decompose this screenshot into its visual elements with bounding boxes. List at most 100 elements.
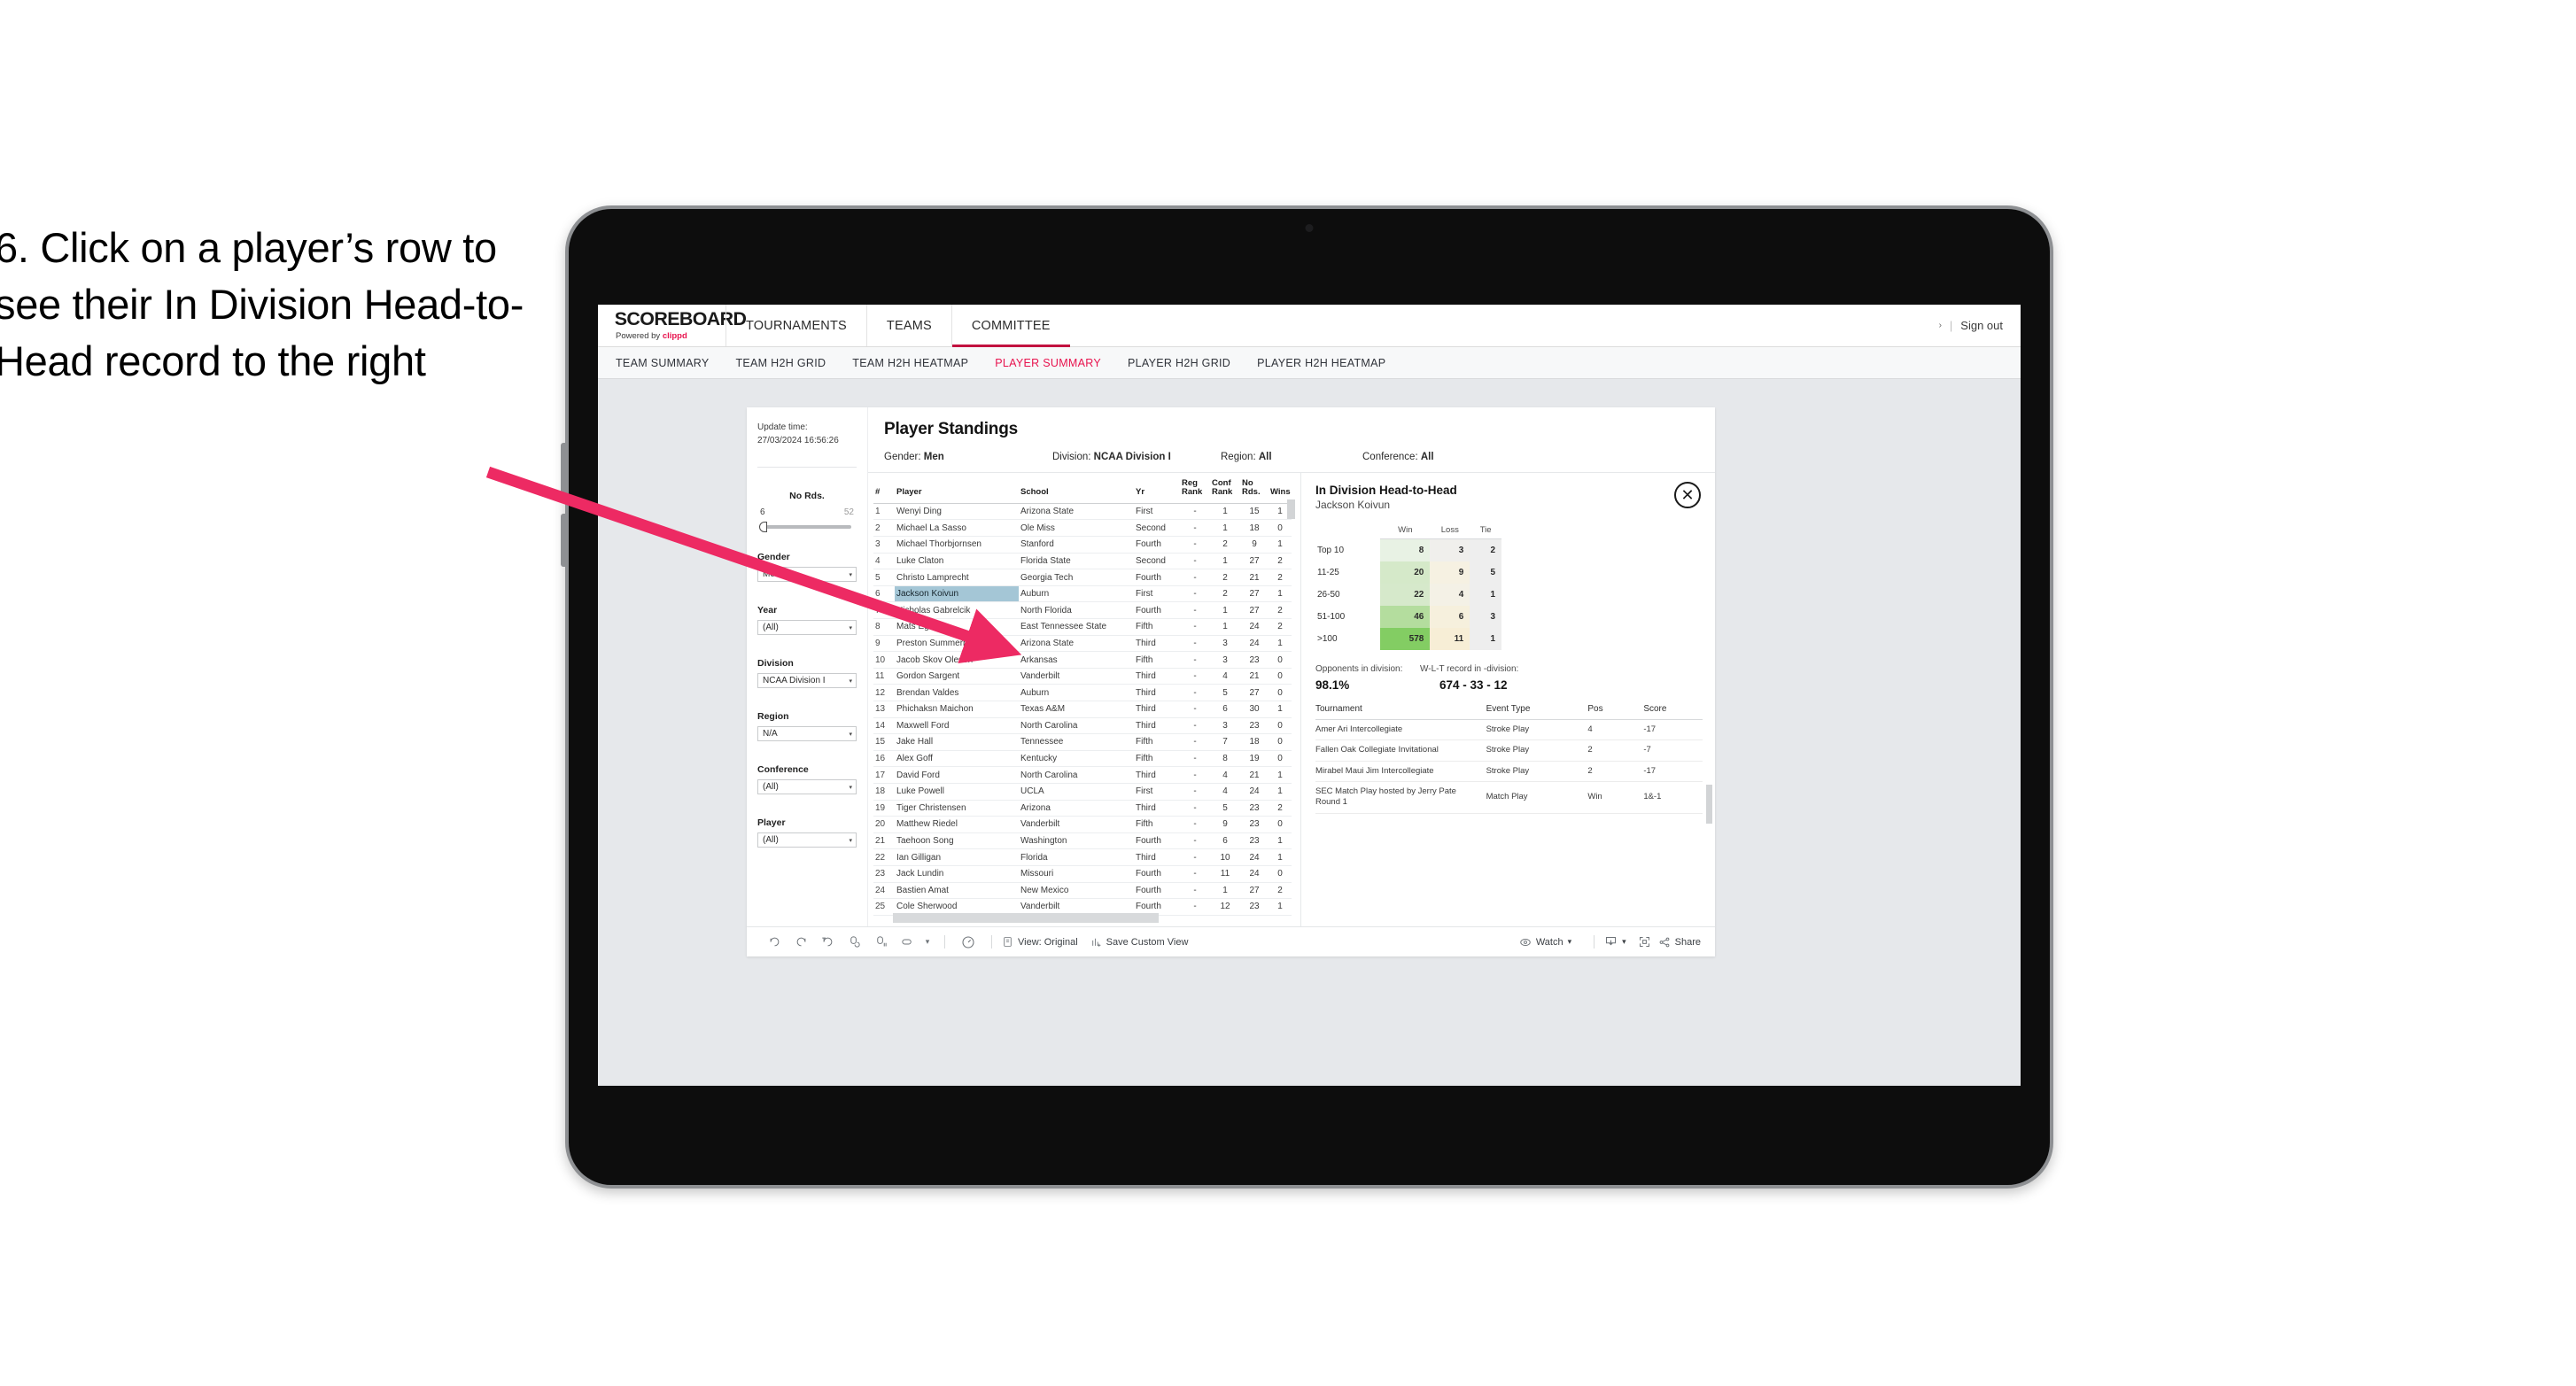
player-select[interactable]: (All) ▾: [757, 832, 857, 848]
pause-auto-update-icon[interactable]: [955, 935, 982, 949]
revert-icon[interactable]: [814, 935, 841, 949]
highlight-dropdown-caret-icon[interactable]: ▾: [920, 937, 935, 947]
nav-tab-tournaments[interactable]: TOURNAMENTS: [725, 305, 866, 346]
h2h-tie-cell: 2: [1470, 538, 1501, 561]
subnav-team-h2h-grid[interactable]: TEAM H2H GRID: [735, 357, 826, 369]
table-row[interactable]: 7 Nicholas Gabrelcik North Florida Fourth -1…: [873, 601, 1292, 620]
table-row[interactable]: 9 Preston Summerhays Arizona State Third -3 2…: [873, 635, 1292, 653]
table-vertical-scrollbar[interactable]: [1287, 499, 1295, 519]
cell-player: Jack Lundin: [895, 865, 1019, 883]
table-row[interactable]: 11 Gordon Sargent Vanderbilt Third -4 21 0: [873, 668, 1292, 685]
camera-icon: [1305, 224, 1314, 232]
region-select[interactable]: N/A ▾: [757, 726, 857, 741]
save-custom-view-button[interactable]: Save Custom View: [1090, 936, 1188, 948]
view-original-button[interactable]: View: Original: [1002, 936, 1078, 948]
fullscreen-icon[interactable]: [1632, 935, 1658, 949]
table-row[interactable]: 21 Taehoon Song Washington Fourth -6 23 1: [873, 832, 1292, 850]
cell-year: Fourth: [1134, 832, 1180, 850]
cell-rank: 8: [873, 618, 895, 636]
th-school[interactable]: School: [1019, 473, 1134, 504]
cell-conf-rank: 1: [1210, 553, 1240, 570]
table-row[interactable]: 22 Ian Gilligan Florida Third -10 24 1: [873, 848, 1292, 866]
detail-scrollbar[interactable]: [1706, 785, 1712, 824]
table-horizontal-scrollbar[interactable]: [893, 913, 1159, 923]
powered-by-text: Powered by: [616, 331, 663, 341]
th-no-rds[interactable]: No Rds.: [1240, 473, 1269, 504]
nav-tab-teams[interactable]: TEAMS: [865, 305, 951, 346]
download-button[interactable]: ▾: [1604, 935, 1626, 949]
highlight-icon[interactable]: [894, 935, 920, 949]
table-row[interactable]: 15 Jake Hall Tennessee Fifth -7 18 0: [873, 733, 1292, 751]
sign-out-link[interactable]: Sign out: [1960, 319, 2003, 332]
nav-tab-committee[interactable]: COMMITTEE: [950, 305, 1070, 347]
cell-reg-rank: -: [1180, 651, 1210, 669]
pause-data-icon[interactable]: [867, 935, 894, 949]
subnav-player-h2h-heatmap[interactable]: PLAYER H2H HEATMAP: [1257, 357, 1385, 369]
table-row[interactable]: 19 Tiger Christensen Arizona Third -5 23 2: [873, 800, 1292, 817]
cell-player: Ian Gilligan: [895, 848, 1019, 866]
year-select[interactable]: (All) ▾: [757, 620, 857, 635]
close-icon[interactable]: ✕: [1674, 482, 1701, 508]
watch-button[interactable]: Watch ▾: [1519, 936, 1571, 949]
table-row[interactable]: 20 Matthew Riedel Vanderbilt Fifth -9 23 0: [873, 816, 1292, 833]
undo-icon[interactable]: [761, 935, 788, 949]
cell-reg-rank: -: [1180, 569, 1210, 586]
subnav-team-summary[interactable]: TEAM SUMMARY: [616, 357, 709, 369]
cell-reg-rank: -: [1180, 733, 1210, 751]
gender-select[interactable]: Men ▾: [757, 567, 857, 582]
cell-no-rds: 23: [1240, 898, 1269, 916]
subnav-player-summary[interactable]: PLAYER SUMMARY: [995, 357, 1101, 369]
th-reg-rank[interactable]: Reg Rank: [1180, 473, 1210, 504]
table-row[interactable]: 17 David Ford North Carolina Third -4 21 1: [873, 766, 1292, 784]
table-row[interactable]: 23 Jack Lundin Missouri Fourth -11 24 0: [873, 865, 1292, 883]
table-row[interactable]: 8 Mats Ege East Tennessee State Fifth -1 24 2: [873, 618, 1292, 636]
refresh-data-icon[interactable]: [841, 935, 867, 949]
table-row[interactable]: 18 Luke Powell UCLA First -4 24 1: [873, 783, 1292, 801]
toolbar-divider: [991, 935, 992, 949]
viz-toolbar: ▾ View: Original Save Custom View Watch …: [747, 926, 1715, 956]
stat-wlt-label: W-L-T record in -division:: [1420, 664, 1519, 674]
no-rounds-slider[interactable]: [759, 522, 851, 532]
cell-no-rds: 18: [1240, 519, 1269, 538]
conference-select[interactable]: (All) ▾: [757, 779, 857, 794]
table-row[interactable]: 12 Brendan Valdes Auburn Third -5 27 0: [873, 684, 1292, 701]
table-row[interactable]: 4 Luke Claton Florida State Second -1 27 2: [873, 553, 1292, 570]
instruction-annotation: 6. Click on a player’s row to see their …: [0, 224, 524, 384]
subnav-player-h2h-grid[interactable]: PLAYER H2H GRID: [1128, 357, 1230, 369]
crumb-conference: Conference: All: [1362, 452, 1531, 462]
filter-no-rounds: No Rds. 6 52: [757, 491, 857, 532]
no-rounds-min: 6: [760, 507, 765, 517]
table-row[interactable]: 2 Michael La Sasso Ole Miss Second -1 18 0: [873, 519, 1292, 538]
table-row[interactable]: 14 Maxwell Ford North Carolina Third -3 23 0: [873, 717, 1292, 735]
table-row[interactable]: 24 Bastien Amat New Mexico Fourth -1 27 2: [873, 882, 1292, 900]
table-row[interactable]: 16 Alex Goff Kentucky Fifth -8 19 0: [873, 750, 1292, 768]
subnav-team-h2h-heatmap[interactable]: TEAM H2H HEATMAP: [852, 357, 968, 369]
cell-no-rds: 24: [1240, 848, 1269, 866]
cell-wins: 0: [1269, 750, 1292, 768]
th-conf-rank[interactable]: Conf Rank: [1210, 473, 1240, 504]
filter-year: Year (All) ▾: [757, 605, 857, 635]
th-rank[interactable]: #: [873, 473, 895, 504]
cell-rank: 16: [873, 750, 895, 768]
table-row[interactable]: 1 Wenyi Ding Arizona State First -1 15 1: [873, 503, 1292, 521]
cell-school: North Carolina: [1019, 717, 1134, 735]
table-row[interactable]: 13 Phichaksn Maichon Texas A&M Third -6 30 1: [873, 701, 1292, 718]
watch-caret-icon: ▾: [1567, 937, 1572, 946]
share-button[interactable]: Share: [1658, 936, 1701, 949]
chevron-right-icon[interactable]: ›: [1939, 321, 1942, 330]
th-player[interactable]: Player: [895, 473, 1019, 504]
table-row[interactable]: 6 Jackson Koivun Auburn First -2 27 1: [873, 585, 1292, 603]
division-select[interactable]: NCAA Division I ▾: [757, 673, 857, 688]
watch-label: Watch: [1535, 936, 1563, 948]
slider-handle[interactable]: [759, 522, 767, 532]
cell-rank: 3: [873, 536, 895, 554]
table-row[interactable]: 10 Jacob Skov Olesen Arkansas Fifth -3 23 0: [873, 651, 1292, 669]
cell-reg-rank: -: [1180, 882, 1210, 900]
th-yr[interactable]: Yr: [1134, 473, 1180, 504]
h2h-tie-cell: 3: [1470, 606, 1501, 628]
redo-icon[interactable]: [788, 935, 814, 949]
cell-rank: 13: [873, 701, 895, 718]
table-row[interactable]: 3 Michael Thorbjornsen Stanford Fourth -2 9 1: [873, 536, 1292, 554]
cell-reg-rank: -: [1180, 536, 1210, 554]
table-row[interactable]: 5 Christo Lamprecht Georgia Tech Fourth -2 21…: [873, 569, 1292, 586]
